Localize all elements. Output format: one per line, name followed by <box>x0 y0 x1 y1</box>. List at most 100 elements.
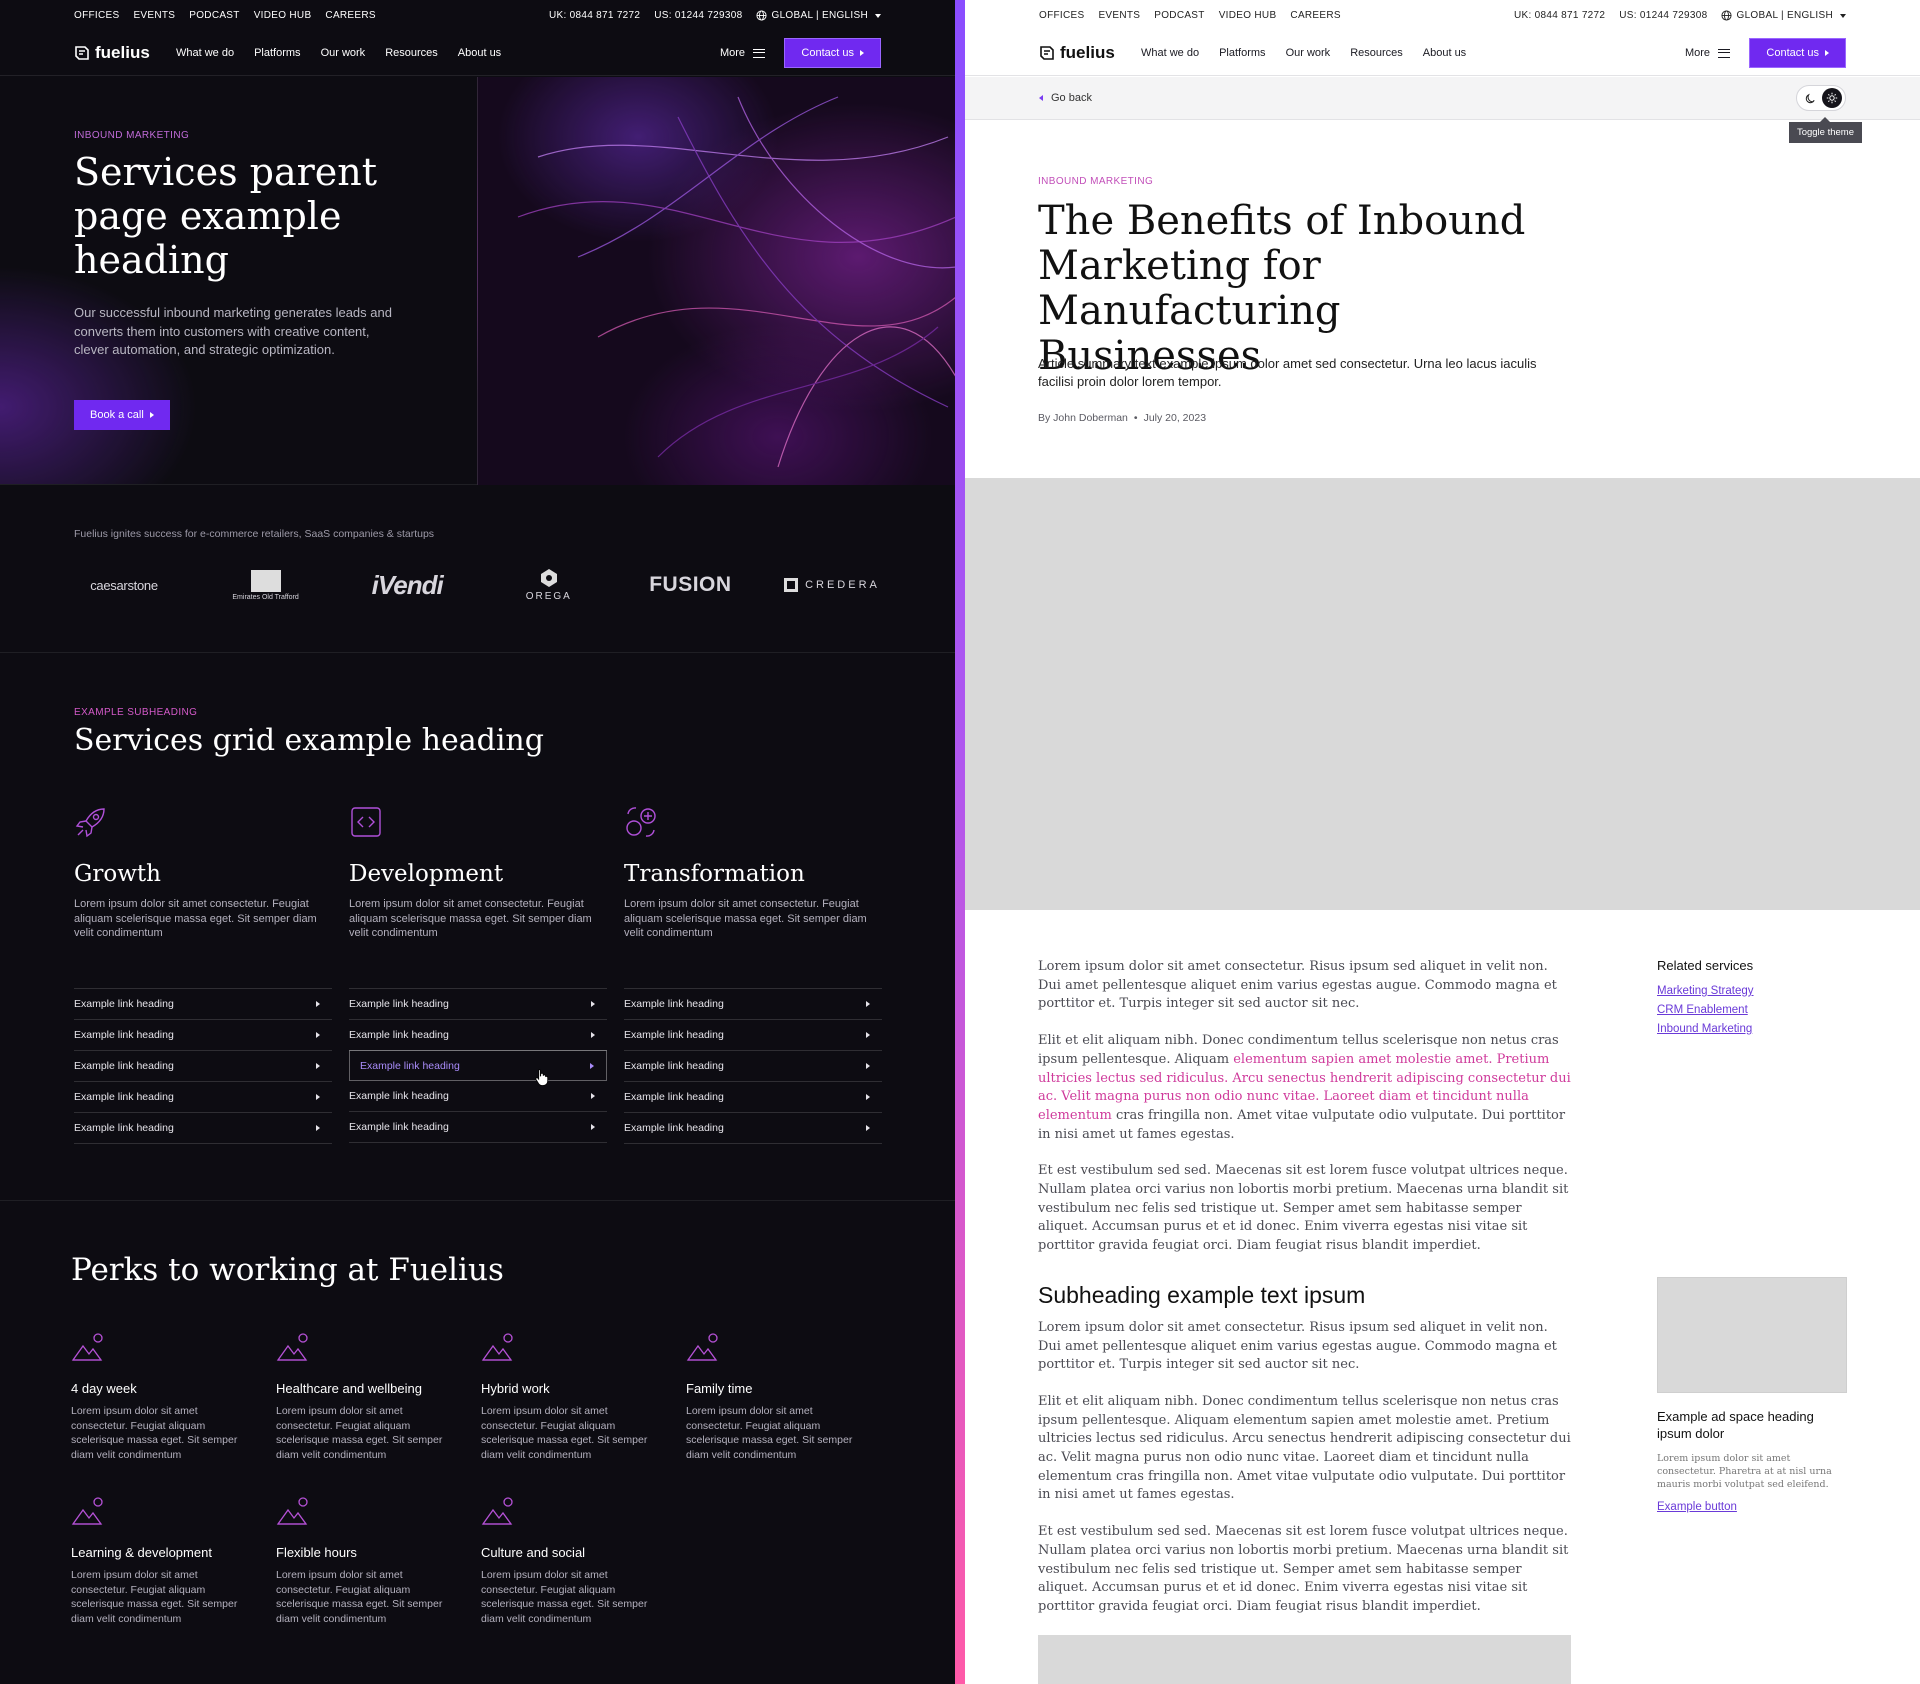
main-nav: fuelius What we do Platforms Our work Re… <box>965 32 1920 76</box>
nav-item-what-we-do[interactable]: What we do <box>176 47 234 59</box>
utility-link-podcast[interactable]: PODCAST <box>1154 10 1204 21</box>
rocket-icon <box>75 808 105 838</box>
service-link[interactable]: Example link heading <box>349 1020 607 1051</box>
utility-contacts: UK: 0844 871 7272 US: 01244 729308 GLOBA… <box>1514 10 1846 21</box>
article-summary: Article summary text example ipsum dolor… <box>1038 356 1537 389</box>
service-link-hovered[interactable]: Example link heading <box>349 1050 607 1081</box>
service-link[interactable]: Example link heading <box>74 1113 332 1144</box>
utility-link-offices[interactable]: OFFICES <box>1039 10 1084 21</box>
ad-text: Lorem ipsum dolor sit amet consectetur. … <box>1657 1453 1832 1490</box>
related-link-inbound-marketing[interactable]: Inbound Marketing <box>1657 1023 1847 1035</box>
utility-bar: OFFICES EVENTS PODCAST VIDEO HUB CAREERS… <box>0 0 955 32</box>
book-a-call-button[interactable]: Book a call <box>74 400 170 430</box>
mountain-image-icon <box>71 1497 103 1525</box>
perks-section: Perks to working at Fuelius 4 day week L… <box>0 1201 955 1684</box>
back-bar: Go back <box>965 77 1920 120</box>
perk-card: Culture and social Lorem ipsum dolor sit… <box>481 1496 666 1626</box>
service-link-label: Example link heading <box>624 1091 724 1103</box>
service-link-label: Example link heading <box>74 1091 174 1103</box>
article-date: July 20, 2023 <box>1143 412 1207 424</box>
us-phone-link[interactable]: US: 01244 729308 <box>1619 10 1707 21</box>
inline-image-placeholder <box>1038 1634 1571 1684</box>
caret-right-icon <box>866 1125 870 1131</box>
contact-us-label: Contact us <box>1766 47 1819 59</box>
service-link[interactable]: Example link heading <box>624 1113 882 1144</box>
service-link[interactable]: Example link heading <box>74 1020 332 1051</box>
service-link[interactable]: Example link heading <box>624 1020 882 1051</box>
panel-divider <box>955 0 965 1684</box>
service-link[interactable]: Example link heading <box>74 1082 332 1113</box>
credera-mark-icon <box>784 578 799 592</box>
contact-us-button[interactable]: Contact us <box>1749 38 1846 68</box>
nav-item-our-work[interactable]: Our work <box>321 47 366 59</box>
utility-link-careers[interactable]: CAREERS <box>1290 10 1340 21</box>
service-link[interactable]: Example link heading <box>74 989 332 1020</box>
contact-us-button[interactable]: Contact us <box>784 38 881 68</box>
us-phone-link[interactable]: US: 01244 729308 <box>654 10 742 21</box>
logo[interactable]: fuelius <box>1039 43 1115 63</box>
nav-item-what-we-do[interactable]: What we do <box>1141 47 1199 59</box>
service-link[interactable]: Example link heading <box>74 1051 332 1082</box>
client-logo-text: FUSION <box>649 573 732 596</box>
more-menu-button[interactable]: More <box>720 47 765 59</box>
service-link[interactable]: Example link heading <box>349 1081 607 1112</box>
service-link[interactable]: Example link heading <box>624 1082 882 1113</box>
utility-link-offices[interactable]: OFFICES <box>74 10 119 21</box>
nav-item-platforms[interactable]: Platforms <box>1219 47 1265 59</box>
go-back-link[interactable]: Go back <box>1039 92 1092 104</box>
body-paragraph: Et est vestibulum sed sed. Maecenas sit … <box>1038 1163 1569 1254</box>
nav-item-about-us[interactable]: About us <box>458 47 501 59</box>
perk-title: Flexible hours <box>276 1545 357 1560</box>
nav-item-platforms[interactable]: Platforms <box>254 47 300 59</box>
emirates-crest-icon <box>250 569 281 592</box>
nav-item-resources[interactable]: Resources <box>385 47 438 59</box>
body-text: cras fringilla non. Amet vitae vulputate… <box>1038 1107 1566 1142</box>
nav-item-our-work[interactable]: Our work <box>1286 47 1331 59</box>
client-logo-credera: CREDERA <box>782 565 882 605</box>
utility-link-events[interactable]: EVENTS <box>133 10 175 21</box>
perk-text: Lorem ipsum dolor sit amet consectetur. … <box>481 1405 648 1461</box>
service-link[interactable]: Example link heading <box>624 1051 882 1082</box>
more-menu-button[interactable]: More <box>1685 47 1730 59</box>
locale-selector[interactable]: GLOBAL | ENGLISH <box>1721 10 1846 21</box>
utility-link-careers[interactable]: CAREERS <box>325 10 375 21</box>
article-hero-image-placeholder <box>965 478 1920 910</box>
utility-contacts: UK: 0844 871 7272 US: 01244 729308 GLOBA… <box>549 10 881 21</box>
locale-label: GLOBAL | ENGLISH <box>1736 10 1833 21</box>
dark-theme-panel: OFFICES EVENTS PODCAST VIDEO HUB CAREERS… <box>0 0 955 1684</box>
article-title: The Benefits of Inbound Marketing for Ma… <box>1038 198 1526 379</box>
perk-text: Lorem ipsum dolor sit amet consectetur. … <box>686 1405 853 1461</box>
nav-item-resources[interactable]: Resources <box>1350 47 1403 59</box>
caret-right-icon <box>866 1094 870 1100</box>
service-title: Growth <box>74 861 161 887</box>
service-link[interactable]: Example link heading <box>349 989 607 1020</box>
chevron-down-icon <box>1840 13 1846 18</box>
ad-button[interactable]: Example button <box>1657 1501 1847 1513</box>
utility-link-events[interactable]: EVENTS <box>1098 10 1140 21</box>
utility-link-podcast[interactable]: PODCAST <box>189 10 239 21</box>
services-columns: Growth Lorem ipsum dolor sit amet consec… <box>74 805 882 1144</box>
theme-toggle[interactable] <box>1796 85 1846 111</box>
uk-phone-link[interactable]: UK: 0844 871 7272 <box>549 10 640 21</box>
related-link-marketing-strategy[interactable]: Marketing Strategy <box>1657 985 1847 997</box>
chevron-down-icon <box>875 13 881 18</box>
service-link-label: Example link heading <box>624 998 724 1010</box>
locale-selector[interactable]: GLOBAL | ENGLISH <box>756 10 881 21</box>
logo[interactable]: fuelius <box>74 43 150 63</box>
service-link[interactable]: Example link heading <box>349 1112 607 1143</box>
client-logo-text: Emirates Old Trafford <box>232 593 299 601</box>
uk-phone-link[interactable]: UK: 0844 871 7272 <box>1514 10 1605 21</box>
sun-icon[interactable] <box>1822 88 1842 108</box>
hero-abstract-image <box>477 77 955 485</box>
caret-right-icon <box>866 1001 870 1007</box>
nav-item-about-us[interactable]: About us <box>1423 47 1466 59</box>
toggle-theme-tooltip: Toggle theme <box>1788 117 1862 143</box>
related-link-crm-enablement[interactable]: CRM Enablement <box>1657 1004 1847 1016</box>
moon-icon[interactable] <box>1800 88 1820 108</box>
utility-link-video-hub[interactable]: VIDEO HUB <box>254 10 312 21</box>
service-link[interactable]: Example link heading <box>624 989 882 1020</box>
service-text: Lorem ipsum dolor sit amet consectetur. … <box>74 898 317 939</box>
service-text: Lorem ipsum dolor sit amet consectetur. … <box>624 898 867 939</box>
utility-link-video-hub[interactable]: VIDEO HUB <box>1219 10 1277 21</box>
client-logo-caesarstone: caesarstone <box>74 565 174 605</box>
